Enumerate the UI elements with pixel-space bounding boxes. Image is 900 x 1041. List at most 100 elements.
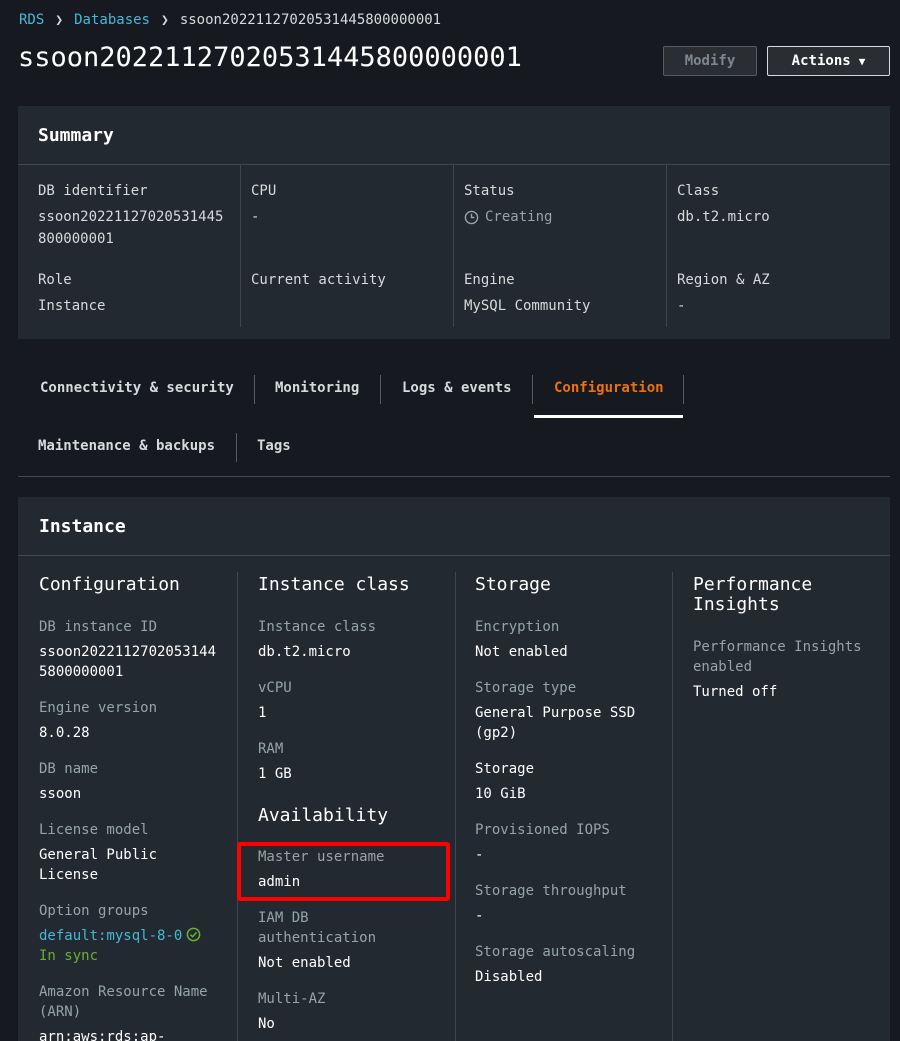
breadcrumb-databases-link[interactable]: Databases [74, 12, 150, 28]
active-tab-indicator [534, 415, 683, 418]
chevron-right-icon: ❯ [55, 12, 64, 28]
configuration-column: Configuration DB instance ID ssoon202211… [39, 575, 229, 1041]
pi-enabled-value: Turned off [693, 684, 778, 700]
storage-type-value-1: General Purpose SSD [475, 705, 636, 721]
option-groups-value: default:mysql-8-0 [39, 926, 229, 946]
multi-az-label: Multi-AZ [258, 991, 326, 1007]
option-groups-label: Option groups [39, 903, 149, 919]
cpu-label: CPU [251, 183, 277, 199]
cpu-value: - [251, 209, 260, 225]
status-value: Creating [464, 206, 664, 228]
configuration-heading: Configuration [39, 574, 180, 595]
performance-insights-heading-1: Performance [693, 574, 813, 595]
storage-value: 10 GiB [475, 786, 526, 802]
db-name-label: DB name [39, 761, 99, 777]
storage-autoscaling-value: Disabled [475, 969, 543, 985]
clock-icon [464, 210, 479, 224]
tab-configuration[interactable]: Configuration [554, 380, 664, 396]
status-label: Status [464, 183, 515, 199]
instance-class-column: Instance class Instance class db.t2.micr… [258, 575, 448, 1034]
actions-button-label: Actions [791, 53, 851, 69]
summary-col-3: Status Creating Engine MySQL Community [453, 165, 664, 327]
tab-divider [532, 375, 533, 404]
breadcrumb: RDS ❯ Databases ❯ ssoon20221127020531445… [19, 12, 441, 28]
engine-value: MySQL Community [464, 298, 591, 314]
tabs-bottom-border [18, 476, 890, 477]
modify-button[interactable]: Modify [663, 46, 757, 76]
pi-enabled-label-2: enabled [693, 659, 753, 675]
db-instance-id-value-1: ssoon2022112702053144 [39, 644, 217, 660]
tab-maintenance-backups[interactable]: Maintenance & backups [38, 438, 215, 454]
storage-type-label: Storage type [475, 680, 577, 696]
summary-panel: Summary DB identifier ssoon2022112702053… [18, 106, 890, 339]
region-az-label: Region & AZ [677, 272, 770, 288]
status-text: Creating [485, 209, 553, 225]
tab-tags[interactable]: Tags [257, 438, 291, 454]
summary-title: Summary [18, 106, 890, 165]
storage-heading: Storage [475, 574, 551, 595]
storage-type-value-2: (gp2) [475, 725, 518, 741]
region-az-value: - [677, 298, 686, 314]
tab-divider [683, 375, 684, 404]
db-identifier-value-1: ssoon20221127020531445 [38, 209, 224, 225]
option-groups-status: In sync [39, 948, 99, 964]
column-divider [237, 572, 238, 1041]
encryption-label: Encryption [475, 619, 560, 635]
pi-enabled-label-1: Performance Insights [693, 639, 862, 655]
tab-logs-events[interactable]: Logs & events [402, 380, 512, 396]
tab-connectivity-security[interactable]: Connectivity & security [40, 380, 234, 396]
master-username-highlight [237, 842, 450, 901]
chevron-right-icon: ❯ [160, 12, 169, 28]
arn-label-1: Amazon Resource Name [39, 984, 208, 1000]
tab-divider [254, 375, 255, 404]
summary-grid: DB identifier ssoon20221127020531445 800… [18, 165, 890, 339]
class-label: Class [677, 183, 720, 199]
breadcrumb-rds-link[interactable]: RDS [19, 12, 44, 28]
instance-class-value: db.t2.micro [258, 644, 351, 660]
availability-heading: Availability [258, 805, 389, 826]
iam-auth-label-2: authentication [258, 930, 377, 946]
storage-autoscaling-label: Storage autoscaling [475, 944, 636, 960]
storage-throughput-value: - [475, 908, 484, 924]
column-divider [455, 572, 456, 1041]
engine-label: Engine [464, 272, 515, 288]
actions-button[interactable]: Actions ▼ [767, 46, 890, 76]
instance-class-heading: Instance class [258, 574, 410, 595]
license-model-label: License model [39, 822, 149, 838]
class-value: db.t2.micro [677, 209, 770, 225]
ram-label: RAM [258, 741, 284, 757]
provisioned-iops-value: - [475, 847, 484, 863]
vcpu-value: 1 [258, 705, 267, 721]
role-label: Role [38, 272, 72, 288]
ram-value: 1 GB [258, 766, 292, 782]
license-model-value-2: License [39, 867, 99, 883]
option-group-link[interactable]: default:mysql-8-0 [39, 928, 182, 944]
multi-az-value: No [258, 1016, 275, 1032]
provisioned-iops-label: Provisioned IOPS [475, 822, 610, 838]
summary-col-2: CPU - Current activity [240, 165, 451, 327]
page-title: ssoon20221127020531445800000001 [18, 42, 522, 73]
summary-col-4: Class db.t2.micro Region & AZ - [666, 165, 886, 327]
db-identifier-value-2: 800000001 [38, 231, 114, 247]
breadcrumb-current: ssoon20221127020531445800000001 [179, 12, 442, 28]
instance-title: Instance [18, 497, 890, 556]
db-name-value: ssoon [39, 786, 82, 802]
column-divider [672, 572, 673, 1041]
tab-divider [236, 433, 237, 462]
vcpu-label: vCPU [258, 680, 292, 696]
iam-auth-value: Not enabled [258, 955, 351, 971]
arn-label-2: (ARN) [39, 1004, 82, 1020]
role-value: Instance [38, 298, 106, 314]
storage-label: Storage [475, 761, 535, 777]
caret-down-icon: ▼ [858, 54, 866, 68]
tab-monitoring[interactable]: Monitoring [275, 380, 359, 396]
check-circle-icon [186, 927, 201, 942]
tab-divider [380, 375, 381, 404]
arn-value: arn:aws:rds:ap- [39, 1029, 166, 1041]
db-instance-id-value-2: 5800000001 [39, 664, 124, 680]
summary-col-1: DB identifier ssoon20221127020531445 800… [38, 181, 238, 343]
engine-version-label: Engine version [39, 700, 158, 716]
license-model-value-1: General Public [39, 847, 158, 863]
performance-insights-column: Performance Insights Performance Insight… [693, 575, 883, 702]
instance-class-label: Instance class [258, 619, 377, 635]
